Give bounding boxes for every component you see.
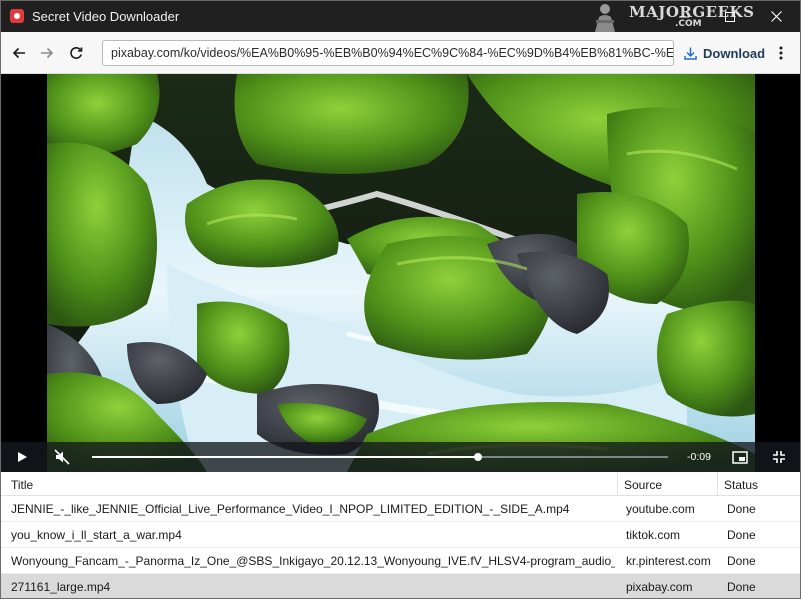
cell-source: pixabay.com — [626, 580, 693, 594]
cell-source: tiktok.com — [626, 528, 681, 542]
arrow-left-icon — [12, 47, 25, 59]
title-bar[interactable]: Secret Video Downloader MAJORGEEKS .COM — [1, 1, 800, 32]
table-header: Title Source Status — [1, 472, 800, 496]
minimize-icon — [679, 16, 689, 17]
table-row-selected[interactable]: 271161_large.mp4 pixabay.com Done — [1, 574, 800, 598]
table-row[interactable]: JENNIE_-_like_JENNIE_Official_Live_Perfo… — [1, 496, 800, 522]
app-logo-icon — [10, 9, 24, 23]
cell-status: Done — [727, 528, 756, 542]
picture-in-picture-button[interactable] — [730, 446, 750, 468]
picture-in-picture-icon — [732, 450, 748, 464]
column-header-source[interactable]: Source — [624, 478, 662, 492]
column-header-title[interactable]: Title — [11, 478, 33, 492]
app-window: Secret Video Downloader MAJORGEEKS .COM — [0, 0, 801, 599]
column-divider[interactable] — [617, 472, 618, 496]
seek-bar[interactable] — [92, 453, 668, 461]
video-frame — [47, 74, 755, 472]
play-icon — [18, 452, 27, 462]
exit-fullscreen-icon — [773, 451, 785, 463]
table-row[interactable]: you_know_i_ll_start_a_war.mp4 tiktok.com… — [1, 522, 800, 548]
window-title: Secret Video Downloader — [32, 9, 180, 24]
play-button[interactable] — [11, 446, 33, 468]
muted-speaker-icon — [54, 449, 70, 465]
cell-status: Done — [727, 580, 756, 594]
player-controls: -0:09 — [1, 442, 800, 472]
downloads-table: Title Source Status JENNIE_-_like_JENNIE… — [1, 472, 800, 598]
cell-title: JENNIE_-_like_JENNIE_Official_Live_Perfo… — [11, 502, 570, 516]
cell-source: youtube.com — [626, 502, 695, 516]
reload-button[interactable] — [65, 42, 87, 64]
more-menu-button[interactable] — [773, 42, 789, 64]
cell-title: Wonyoung_Fancam_-_Panorma_Iz_One_@SBS_In… — [11, 554, 615, 568]
forward-button[interactable] — [36, 42, 58, 64]
watermark-figure-icon — [595, 4, 615, 32]
download-button[interactable]: Download — [683, 42, 765, 64]
reload-icon — [70, 47, 83, 59]
cell-title: 271161_large.mp4 — [11, 580, 111, 594]
time-remaining: -0:09 — [687, 451, 711, 463]
more-vertical-icon — [779, 46, 783, 60]
maximize-button[interactable] — [707, 1, 753, 32]
exit-fullscreen-button[interactable] — [769, 446, 789, 468]
column-divider[interactable] — [717, 472, 718, 496]
cell-status: Done — [727, 502, 756, 516]
cell-title: you_know_i_ll_start_a_war.mp4 — [11, 528, 182, 542]
arrow-right-icon — [41, 47, 54, 59]
seek-thumb[interactable] — [473, 453, 482, 461]
column-header-status[interactable]: Status — [724, 478, 758, 492]
cell-status: Done — [727, 554, 756, 568]
url-field[interactable]: pixabay.com/ko/videos/%EA%B0%95-%EB%B0%9… — [102, 40, 674, 66]
download-icon — [684, 47, 697, 60]
table-row[interactable]: Wonyoung_Fancam_-_Panorma_Iz_One_@SBS_In… — [1, 548, 800, 574]
video-player[interactable]: -0:09 — [1, 74, 800, 472]
cell-source: kr.pinterest.com — [626, 554, 711, 568]
browser-toolbar: pixabay.com/ko/videos/%EA%B0%95-%EB%B0%9… — [1, 32, 800, 74]
close-icon — [770, 11, 782, 22]
seek-progress — [92, 456, 478, 458]
mute-button[interactable] — [51, 446, 73, 468]
maximize-icon — [725, 11, 735, 22]
back-button[interactable] — [8, 42, 30, 64]
download-label: Download — [703, 45, 766, 61]
close-button[interactable] — [753, 1, 799, 32]
minimize-button[interactable] — [661, 1, 707, 32]
